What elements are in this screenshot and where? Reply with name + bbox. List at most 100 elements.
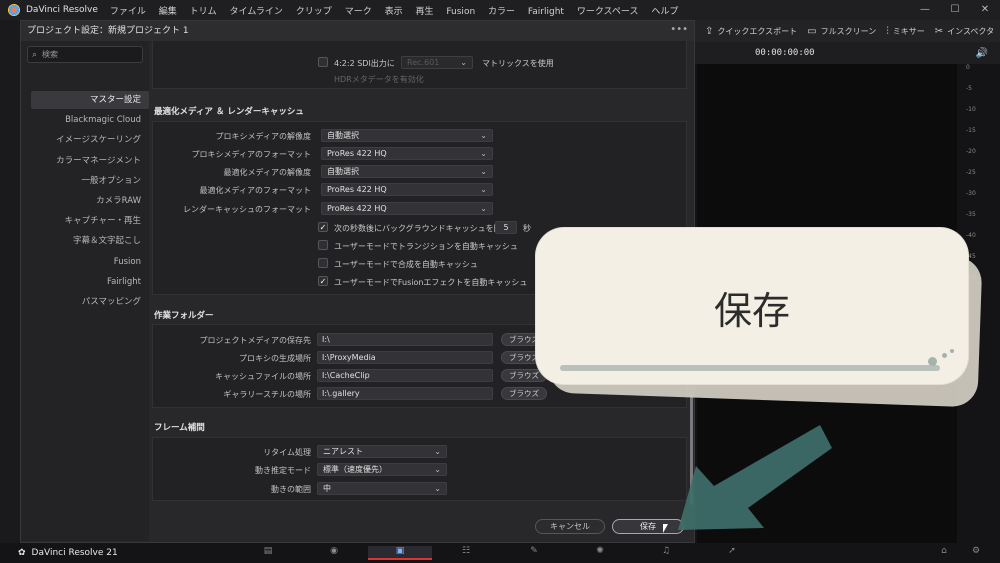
callout-decoration-dot xyxy=(950,349,954,353)
dropdown-value: ニアレスト xyxy=(323,447,363,456)
background-cache-seconds-input[interactable]: 5 xyxy=(495,221,517,234)
composite-cache-checkbox[interactable] xyxy=(318,258,328,268)
render-cache-format-dropdown[interactable]: ProRes 422 HQ ⌄ xyxy=(321,202,493,215)
menu-view[interactable]: 表示 xyxy=(385,7,403,17)
pointer-arrow-icon xyxy=(678,425,832,530)
menu-workspace[interactable]: ワークスペース xyxy=(577,7,639,17)
sidebar-item-scaling[interactable]: イメージスケーリング xyxy=(31,131,149,149)
background-cache-checkbox[interactable]: ✓ xyxy=(318,222,328,232)
sidebar-item-fusion[interactable]: Fusion xyxy=(31,253,149,271)
dropdown-value: ProRes 422 HQ xyxy=(327,204,387,213)
sidebar-item-master[interactable]: マスター設定 xyxy=(31,91,149,109)
sdi-matrix-dropdown[interactable]: Rec.601 ⌄ xyxy=(401,56,473,69)
meter-tick: -25 xyxy=(966,169,976,176)
composite-cache-label: ユーザーモードで合成を自動キャッシュ xyxy=(334,260,478,269)
speaker-icon[interactable]: 🔊 xyxy=(976,48,988,59)
chevron-down-icon: ⌄ xyxy=(480,167,487,176)
fairlight-page-icon[interactable]: ✺ xyxy=(590,546,610,560)
mouse-cursor-icon xyxy=(663,524,668,533)
menu-color[interactable]: カラー xyxy=(488,7,515,17)
settings-icon[interactable]: ⚙ xyxy=(966,546,986,560)
menu-timeline[interactable]: タイムライン xyxy=(230,7,283,17)
sdi-matrix-value: Rec.601 xyxy=(407,58,440,67)
inspector-icon: ✂ xyxy=(934,25,944,37)
menu-file[interactable]: ファイル xyxy=(110,7,146,17)
chevron-down-icon: ⌄ xyxy=(480,131,487,140)
menu-playback[interactable]: 再生 xyxy=(415,7,433,17)
menu-mark[interactable]: マーク xyxy=(345,7,372,17)
sidebar-item-subtitles[interactable]: 字幕＆文字起こし xyxy=(31,232,149,250)
top-toolbar: ⇪ クイックエクスポート ▭ フルスクリーン ⫶ ミキサー ✂ インスペクタ xyxy=(695,20,1000,42)
field-label: キャッシュファイルの場所 xyxy=(215,372,311,381)
sdi-suffix: マトリックスを使用 xyxy=(482,59,554,68)
cache-path-input[interactable]: I:\CacheClip xyxy=(317,369,493,382)
sidebar-item-path-mapping[interactable]: パスマッピング xyxy=(31,293,149,311)
edit-page-icon[interactable]: ▣ xyxy=(368,546,432,560)
browse-button[interactable]: ブラウズ xyxy=(501,387,547,400)
callout-decoration-dot xyxy=(928,357,937,366)
field-label: 最適化メディアの解像度 xyxy=(223,168,311,177)
motion-estimation-dropdown[interactable]: 標準（速度優先） ⌄ xyxy=(317,463,447,476)
field-label: プロキシメディアのフォーマット xyxy=(191,150,311,159)
quick-export-button[interactable]: ⇪ クイックエクスポート xyxy=(705,26,797,37)
sidebar-item-color-management[interactable]: カラーマネージメント xyxy=(31,152,149,170)
proxy-resolution-dropdown[interactable]: 自動選択 ⌄ xyxy=(321,129,493,142)
dropdown-value: ProRes 422 HQ xyxy=(327,185,387,194)
cut-page-icon[interactable]: ◉ xyxy=(324,546,344,560)
sidebar-item-capture[interactable]: キャプチャー・再生 xyxy=(31,212,149,230)
sdi-label: 4:2:2 SDI出力に xyxy=(334,59,395,68)
proxy-format-dropdown[interactable]: ProRes 422 HQ ⌄ xyxy=(321,147,493,160)
gallery-path-input[interactable]: I:\.gallery xyxy=(317,387,493,400)
field-label: 動き推定モード xyxy=(255,466,311,475)
mixer-button[interactable]: ⫶ ミキサー xyxy=(886,26,925,37)
sidebar-item-general[interactable]: 一般オプション xyxy=(31,172,149,190)
sidebar-item-camera-raw[interactable]: カメラRAW xyxy=(31,192,149,210)
app-title: DaVinci Resolve xyxy=(26,5,98,15)
maximize-icon[interactable]: ☐ xyxy=(940,0,970,20)
menu-fairlight[interactable]: Fairlight xyxy=(528,7,564,17)
menu-clip[interactable]: クリップ xyxy=(296,7,332,17)
menu-edit[interactable]: 編集 xyxy=(159,7,177,17)
home-icon[interactable]: ⌂ xyxy=(934,546,954,560)
cancel-button[interactable]: キャンセル xyxy=(535,519,605,534)
motion-range-dropdown[interactable]: 中 ⌄ xyxy=(317,482,447,495)
fusion-cache-checkbox[interactable]: ✓ xyxy=(318,276,328,286)
search-input[interactable]: ⌕ 検索 xyxy=(27,46,143,63)
fullscreen-button[interactable]: ▭ フルスクリーン xyxy=(807,26,876,37)
retime-process-dropdown[interactable]: ニアレスト ⌄ xyxy=(317,445,447,458)
menu-help[interactable]: ヘルプ xyxy=(651,7,678,17)
search-icon: ⌕ xyxy=(32,50,38,60)
chevron-down-icon: ⌄ xyxy=(460,58,467,67)
optimized-resolution-dropdown[interactable]: 自動選択 ⌄ xyxy=(321,165,493,178)
media-page-icon[interactable]: ▤ xyxy=(258,546,278,560)
transition-cache-checkbox[interactable] xyxy=(318,240,328,250)
more-options-icon[interactable]: ••• xyxy=(670,21,688,39)
inspector-button[interactable]: ✂ インスペクタ xyxy=(935,26,994,37)
field-label: ギャラリースチルの場所 xyxy=(223,390,311,399)
callout-decoration-line xyxy=(560,365,940,371)
close-icon[interactable]: ✕ xyxy=(970,0,1000,20)
chevron-down-icon: ⌄ xyxy=(434,447,441,456)
mixer-icon: ⫶ xyxy=(886,25,889,37)
sidebar-item-fairlight[interactable]: Fairlight xyxy=(31,273,149,291)
optimized-format-dropdown[interactable]: ProRes 422 HQ ⌄ xyxy=(321,183,493,196)
fusion-page-icon[interactable]: ☷ xyxy=(456,546,476,560)
field-label: 動きの範囲 xyxy=(271,485,311,494)
section-title-frame: フレーム補間 xyxy=(154,423,205,433)
color-page-icon[interactable]: ✎ xyxy=(524,546,544,560)
project-media-path-input[interactable]: I:\ xyxy=(317,333,493,346)
brand: ✿ DaVinci Resolve 21 xyxy=(18,548,118,558)
proxy-path-input[interactable]: I:\ProxyMedia xyxy=(317,351,493,364)
chevron-down-icon: ⌄ xyxy=(434,484,441,493)
minimize-icon[interactable]: — xyxy=(910,0,940,20)
sidebar-item-cloud[interactable]: Blackmagic Cloud xyxy=(31,111,149,129)
field-label: プロキシの生成場所 xyxy=(239,354,311,363)
dialog-title: プロジェクト設定：新規プロジェクト 1 xyxy=(21,21,694,41)
callout-text: 保存 xyxy=(713,289,790,333)
callout-decoration-dot xyxy=(942,353,947,358)
menu-trim[interactable]: トリム xyxy=(190,7,217,17)
sdi-matrix-checkbox[interactable] xyxy=(318,57,328,67)
chevron-down-icon: ⌄ xyxy=(434,465,441,474)
upload-icon: ⇪ xyxy=(705,25,714,37)
menu-fusion[interactable]: Fusion xyxy=(446,7,475,17)
